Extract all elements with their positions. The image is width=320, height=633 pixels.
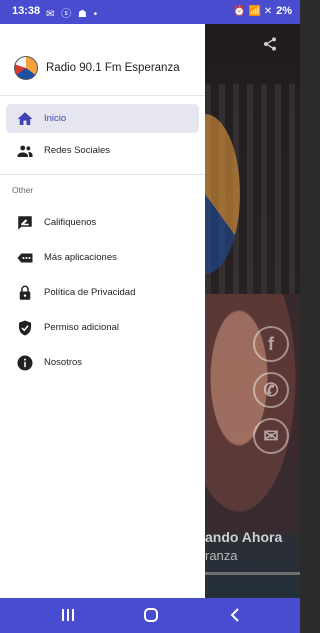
menu-item-redes-sociales[interactable]: Redes Sociales [0, 133, 205, 168]
now-playing-subtitle: ranza [205, 548, 238, 563]
system-icons: ⏰ 📶 ✕ [233, 5, 273, 17]
back-icon[interactable] [228, 606, 242, 629]
app-title: Radio 90.1 Fm Esperanza [46, 62, 180, 74]
rate-review-icon [16, 214, 34, 232]
status-time: 13:38 [12, 5, 41, 17]
status-bar: 13:38 ✉ ⓢ ☗ • ⏰ 📶 ✕ 2% [0, 0, 300, 24]
more-apps-icon [16, 249, 34, 267]
facebook-icon[interactable]: f [253, 326, 289, 362]
menu-item-label: Inicio [44, 113, 67, 124]
now-playing-title: ando Ahora [205, 529, 283, 545]
lock-icon [16, 284, 34, 302]
menu-item-mas-aplicaciones[interactable]: Más aplicaciones [0, 240, 205, 275]
app-logo [14, 56, 38, 80]
notification-icons: ✉ ⓢ ☗ • [46, 9, 100, 20]
menu-item-nosotros[interactable]: Nosotros [0, 345, 205, 380]
player-progress [205, 572, 300, 575]
people-icon [16, 142, 34, 160]
home-icon [16, 110, 34, 128]
menu-item-label: Califiquenos [44, 217, 97, 228]
menu-item-label: Más aplicaciones [44, 252, 117, 263]
menu-item-inicio[interactable]: Inicio [6, 104, 199, 133]
email-icon[interactable]: ✉ [253, 418, 289, 454]
social-buttons: f ✆ ✉ [253, 326, 289, 454]
section-label-other: Other [12, 185, 34, 195]
menu-item-permiso-adicional[interactable]: Permiso adicional [0, 310, 205, 345]
menu-item-label: Permiso adicional [44, 322, 119, 333]
home-nav-icon[interactable] [143, 606, 159, 629]
navigation-drawer: Radio 90.1 Fm Esperanza Inicio Redes Soc… [0, 24, 205, 598]
menu-item-label: Redes Sociales [44, 145, 111, 156]
menu-item-label: Nosotros [44, 357, 83, 368]
verified-shield-icon [16, 319, 34, 337]
menu-item-califiquenos[interactable]: Califiquenos [0, 205, 205, 240]
battery-level: 2% [276, 5, 292, 17]
status-right-icons: ⏰ 📶 ✕ 2% [233, 5, 292, 17]
drawer-header: Radio 90.1 Fm Esperanza [0, 24, 205, 96]
share-icon[interactable] [262, 36, 278, 57]
menu-item-label: Política de Privacidad [44, 287, 136, 298]
menu-item-politica-privacidad[interactable]: Política de Privacidad [0, 275, 205, 310]
drawer-divider [0, 174, 205, 175]
whatsapp-icon[interactable]: ✆ [253, 372, 289, 408]
info-icon [16, 354, 34, 372]
recent-apps-icon[interactable] [60, 606, 76, 629]
system-navigation-bar [0, 598, 300, 633]
